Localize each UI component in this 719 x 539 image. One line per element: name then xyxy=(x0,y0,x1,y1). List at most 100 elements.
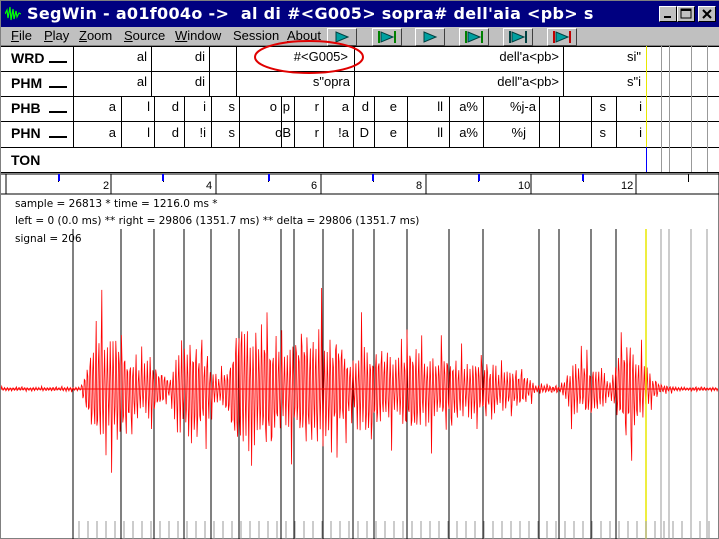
phn-segment[interactable]: ll xyxy=(437,125,443,140)
phn-segment[interactable]: %j xyxy=(512,125,526,140)
waveform-display[interactable] xyxy=(1,229,718,539)
wrd-segment[interactable]: di xyxy=(195,49,205,64)
boundary-line xyxy=(691,46,692,172)
boundary-line xyxy=(121,121,122,147)
boundary-line xyxy=(374,121,375,147)
boundary-line xyxy=(73,46,74,71)
phb-segment[interactable]: s xyxy=(600,99,607,114)
phn-segment[interactable]: s xyxy=(229,125,236,140)
phb-segment[interactable]: i xyxy=(203,99,206,114)
boundary-line xyxy=(661,46,662,172)
boundary-line xyxy=(353,96,354,121)
phn-segment[interactable]: d xyxy=(172,125,179,140)
tier-row-ton[interactable]: TON xyxy=(1,147,719,172)
phb-segment[interactable]: a xyxy=(109,99,116,114)
menu-window[interactable]: Window xyxy=(175,28,221,43)
menu-zoom[interactable]: Zoom xyxy=(79,28,112,43)
phm-segment[interactable]: s"i xyxy=(627,74,641,89)
wrd-segment[interactable]: al xyxy=(137,49,147,64)
tier-label-phn: PHN xyxy=(11,125,41,141)
phm-segment[interactable]: di xyxy=(195,74,205,89)
boundary-line xyxy=(449,121,450,147)
boundary-line xyxy=(73,96,74,121)
boundary-line xyxy=(151,46,152,71)
grid-line xyxy=(1,96,719,97)
boundary-line xyxy=(563,71,564,96)
app-waveform-icon xyxy=(5,5,21,23)
phb-segment[interactable]: a xyxy=(342,99,349,114)
boundary-line xyxy=(209,71,210,96)
phb-segment[interactable]: d xyxy=(362,99,369,114)
tier-label-phb: PHB xyxy=(11,100,41,116)
play-right-icon xyxy=(553,31,571,43)
waveform-trace xyxy=(1,287,718,473)
phm-segment[interactable]: dell"a<pb> xyxy=(497,74,559,89)
title-bar[interactable]: SegWin - a01f004o -> al di #<G005> sopra… xyxy=(1,1,719,27)
minimize-button[interactable] xyxy=(659,6,677,22)
phn-segment[interactable]: a xyxy=(109,125,116,140)
phn-segment[interactable]: s xyxy=(600,125,607,140)
play-to-end-icon xyxy=(423,31,438,43)
boundary-line xyxy=(236,71,237,96)
play-selection-icon xyxy=(465,31,483,43)
play-to-end-button[interactable] xyxy=(415,28,445,46)
menu-source[interactable]: Source xyxy=(124,28,165,43)
boundary-line xyxy=(591,121,592,147)
wrd-segment[interactable]: si" xyxy=(627,49,641,64)
boundary-line xyxy=(407,96,408,121)
phb-segment[interactable]: o xyxy=(270,99,277,114)
boundary-line xyxy=(449,96,450,121)
phb-segment[interactable]: p xyxy=(283,99,290,114)
wrd-segment[interactable]: dell'a<pb> xyxy=(499,49,559,64)
boundary-line xyxy=(616,121,617,147)
boundary-line xyxy=(294,96,295,121)
boundary-line xyxy=(616,96,617,121)
ruler-tick-label: 6 xyxy=(311,180,318,192)
phb-segment[interactable]: e xyxy=(390,99,397,114)
tier-label-wrd: WRD xyxy=(11,50,45,66)
minimize-icon xyxy=(664,16,671,18)
play-right-button[interactable] xyxy=(547,28,577,46)
ruler-tick-label: 8 xyxy=(416,180,423,192)
tier-dash xyxy=(49,61,67,63)
play-left-button[interactable] xyxy=(503,28,533,46)
boundary-line xyxy=(73,71,74,96)
phb-segment[interactable]: ll xyxy=(437,99,443,114)
maximize-button[interactable] xyxy=(677,6,695,22)
phn-segment[interactable]: r xyxy=(315,125,319,140)
boundary-line xyxy=(483,121,484,147)
play-from-start-button[interactable] xyxy=(372,28,402,46)
phn-segment[interactable]: D xyxy=(360,125,369,140)
menu-file[interactable]: File xyxy=(11,28,32,43)
boundary-line xyxy=(184,121,185,147)
phb-segment[interactable]: r xyxy=(315,99,319,114)
phn-segment[interactable]: i xyxy=(639,125,642,140)
menu-play[interactable]: Play xyxy=(44,28,69,43)
boundary-line xyxy=(539,121,540,147)
phb-segment[interactable]: s xyxy=(229,99,236,114)
phn-segment[interactable]: oB xyxy=(275,125,291,140)
boundary-line xyxy=(209,46,210,71)
boundary-line xyxy=(184,96,185,121)
phm-segment[interactable]: al xyxy=(137,74,147,89)
grid-line xyxy=(1,147,719,148)
phn-segment[interactable]: a% xyxy=(459,125,478,140)
segwin-window: SegWin - a01f004o -> al di #<G005> sopra… xyxy=(0,0,719,539)
phb-segment[interactable]: a% xyxy=(459,99,478,114)
ruler-tick-label: 4 xyxy=(206,180,213,192)
play-selection-button[interactable] xyxy=(459,28,489,46)
close-button[interactable] xyxy=(698,6,716,22)
tier-dash xyxy=(49,86,67,88)
ruler-tick-label: 12 xyxy=(621,180,634,192)
phb-segment[interactable]: l xyxy=(147,99,150,114)
close-icon xyxy=(702,9,712,19)
phb-segment[interactable]: i xyxy=(639,99,642,114)
ruler-tick-label: 10 xyxy=(518,180,531,192)
phn-segment[interactable]: !a xyxy=(338,125,349,140)
boundary-line xyxy=(236,46,237,71)
phn-segment[interactable]: e xyxy=(390,125,397,140)
phn-segment[interactable]: l xyxy=(147,125,150,140)
phb-segment[interactable]: d xyxy=(172,99,179,114)
phn-segment[interactable]: !i xyxy=(200,125,207,140)
phb-segment[interactable]: %j-a xyxy=(510,99,536,114)
